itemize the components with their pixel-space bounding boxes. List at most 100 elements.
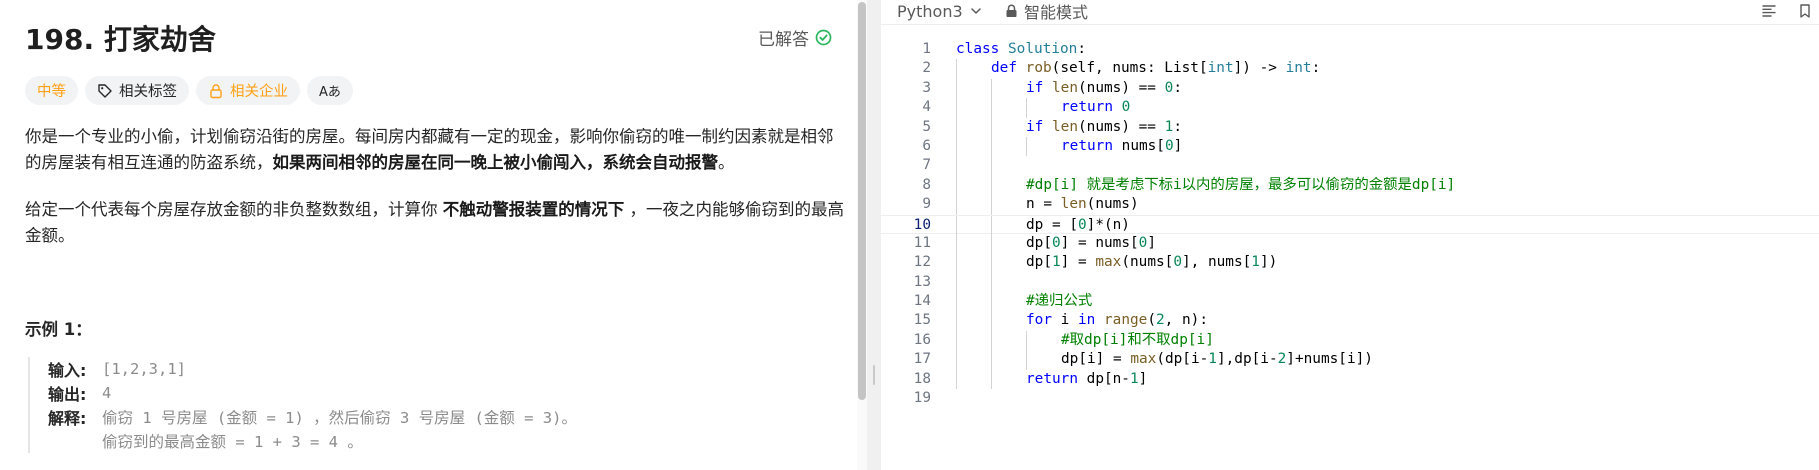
problem-tags: 中等 相关标签 相关企业 Aあ: [25, 76, 353, 105]
indent-guide: [956, 98, 957, 118]
indent-guide: [956, 156, 957, 176]
token: 2: [1156, 312, 1165, 329]
token: 0: [1164, 79, 1174, 96]
format-align-icon[interactable]: [1761, 3, 1777, 19]
code-line: 17 dp[i] = max(dp[i-1],dp[i-2]+nums[i]): [881, 350, 1819, 370]
indent-guide: [991, 311, 992, 331]
token: (nums) ==: [1078, 118, 1165, 135]
code-line-active: 10 dp = [0]*(n): [881, 214, 1819, 235]
line-code: dp[1] = max(nums[0], nums[1]): [1026, 253, 1277, 272]
indent-guide: [991, 272, 992, 293]
input-label: 输入:: [48, 361, 87, 380]
token: (: [1147, 312, 1156, 329]
code-line: 11 dp[0] = nums[0]: [881, 233, 1819, 254]
indent-guide: [991, 136, 992, 157]
line-number: 15: [913, 312, 931, 329]
indent-guide: [956, 350, 957, 370]
indent-guide: [991, 292, 992, 312]
token: rob: [1025, 60, 1052, 77]
line-number: 18: [913, 370, 931, 387]
token: if: [1026, 118, 1044, 135]
token: ]: [1173, 137, 1183, 154]
editor-toolbar-actions: [1761, 0, 1819, 22]
translate-icon: Aあ: [319, 85, 341, 100]
indent-guide: [956, 59, 957, 79]
related-companies-label: 相关企业: [230, 84, 288, 100]
token: ] =: [1060, 254, 1096, 271]
code-line: 4 return 0: [881, 98, 1819, 118]
code-line: 12 dp[1] = max(nums[0], nums[1]): [881, 253, 1819, 273]
problem-panel: 198. 打家劫舍 已解答 中等 相关标签 相关企业 Aあ 你是一个专业的小偷，…: [0, 0, 862, 470]
token: dp = [: [1026, 216, 1078, 233]
indent-guide: [991, 156, 992, 176]
line-code: return nums[0]: [1061, 137, 1182, 156]
token: len: [1052, 79, 1078, 96]
example-title: 示例 1：: [25, 320, 92, 339]
token: :: [1173, 79, 1182, 96]
token: ], nums[: [1181, 254, 1252, 271]
translate-button[interactable]: Aあ: [307, 76, 353, 105]
divider-grip-handle[interactable]: [873, 365, 875, 385]
related-tags-button[interactable]: 相关标签: [85, 76, 189, 105]
solved-label: 已解答: [758, 30, 809, 50]
token: dp[n-: [1086, 370, 1130, 387]
line-number: 12: [913, 254, 931, 271]
explain-line-1: 偷窃 1 号房屋 (金额 = 1) ，然后偷窃 3 号房屋 (金额 = 3)。: [102, 409, 577, 427]
code-line: 9 n = len(nums): [881, 195, 1819, 215]
indent-guide: [991, 369, 992, 390]
code-line: 1 class Solution:: [881, 40, 1819, 59]
description-paragraph-2: 给定一个代表每个房屋存放金额的非负整数数组，计算你 不触动警报装置的情况下 ，一…: [25, 197, 845, 249]
example-explanation-cont: 偷窃到的最高金额 = 1 + 3 = 4 。: [48, 429, 808, 453]
token: 0: [1173, 254, 1182, 271]
line-number: 14: [913, 293, 931, 310]
token: :: [1173, 118, 1182, 135]
indent-guide: [991, 78, 992, 99]
token: return: [1026, 370, 1078, 387]
explain-line-2: 偷窃到的最高金额 = 1 + 3 = 4 。: [102, 433, 363, 451]
bookmark-icon[interactable]: [1797, 3, 1813, 19]
indent-guide: [956, 330, 957, 351]
line-number: 6: [922, 137, 931, 154]
language-select[interactable]: Python3: [897, 0, 983, 22]
pane-divider[interactable]: [867, 0, 881, 470]
token: Solution: [1008, 41, 1078, 57]
problem-scrollbar-thumb[interactable]: [858, 2, 866, 400]
indent-guide: [991, 350, 992, 370]
line-code: return dp[n-1]: [1026, 370, 1147, 389]
indent-guide: [956, 195, 957, 215]
example-output: 输出: 4: [48, 381, 808, 405]
desc-bold-text: 如果两间相邻的房屋在同一晚上被小偷闯入，系统会自动报警: [272, 153, 719, 172]
language-label: Python3: [897, 1, 963, 21]
indent-guide: [956, 117, 957, 137]
line-code: if len(nums) == 1:: [1026, 118, 1182, 137]
indent-guide: [991, 330, 992, 351]
code-line: 5 if len(nums) == 1:: [881, 117, 1819, 137]
token: n =: [1026, 196, 1061, 213]
indent-guide: [956, 292, 957, 312]
token: (dp[i-: [1156, 351, 1209, 368]
token: dp[i] =: [1061, 351, 1131, 368]
related-companies-button[interactable]: 相关企业: [196, 76, 300, 105]
desc-text: 给定一个代表每个房屋存放金额的非负整数数组，计算你: [25, 200, 443, 219]
code-line: 2 def rob(self, nums: List[int]) -> int:: [881, 59, 1819, 79]
example-explanation: 解释: 偷窃 1 号房屋 (金额 = 1) ，然后偷窃 3 号房屋 (金额 = 3…: [48, 405, 808, 429]
code-line: 8 #dp[i] 就是考虑下标i以内的房屋，最多可以偷窃的金额是dp[i]: [881, 175, 1819, 196]
code-line: 7: [881, 156, 1819, 176]
line-number: 3: [922, 79, 931, 96]
code-editor[interactable]: 1 class Solution: 2 def rob(self, nums: Li…: [881, 40, 1819, 470]
token: class: [956, 41, 1000, 57]
indent-guide: [956, 136, 957, 157]
output-value: 4: [102, 384, 112, 402]
indent-guide: [991, 233, 992, 254]
token: 0: [1077, 216, 1087, 233]
smart-mode-toggle[interactable]: 智能模式: [1005, 0, 1088, 22]
difficulty-label: 中等: [37, 84, 66, 100]
desc-bold-text: 不触动警报装置的情况下: [442, 200, 625, 219]
token: return: [1061, 137, 1113, 154]
line-code: #取dp[i]和不取dp[i]: [1061, 331, 1214, 350]
desc-text-end: 。: [718, 153, 735, 172]
token: ]: [1147, 234, 1156, 251]
token: 1: [1052, 254, 1061, 271]
description-paragraph-1: 你是一个专业的小偷，计划偷窃沿街的房屋。每间房内都藏有一定的现金，影响你偷窃的唯…: [25, 124, 845, 176]
line-code: for i in range(2, n):: [1026, 311, 1208, 330]
